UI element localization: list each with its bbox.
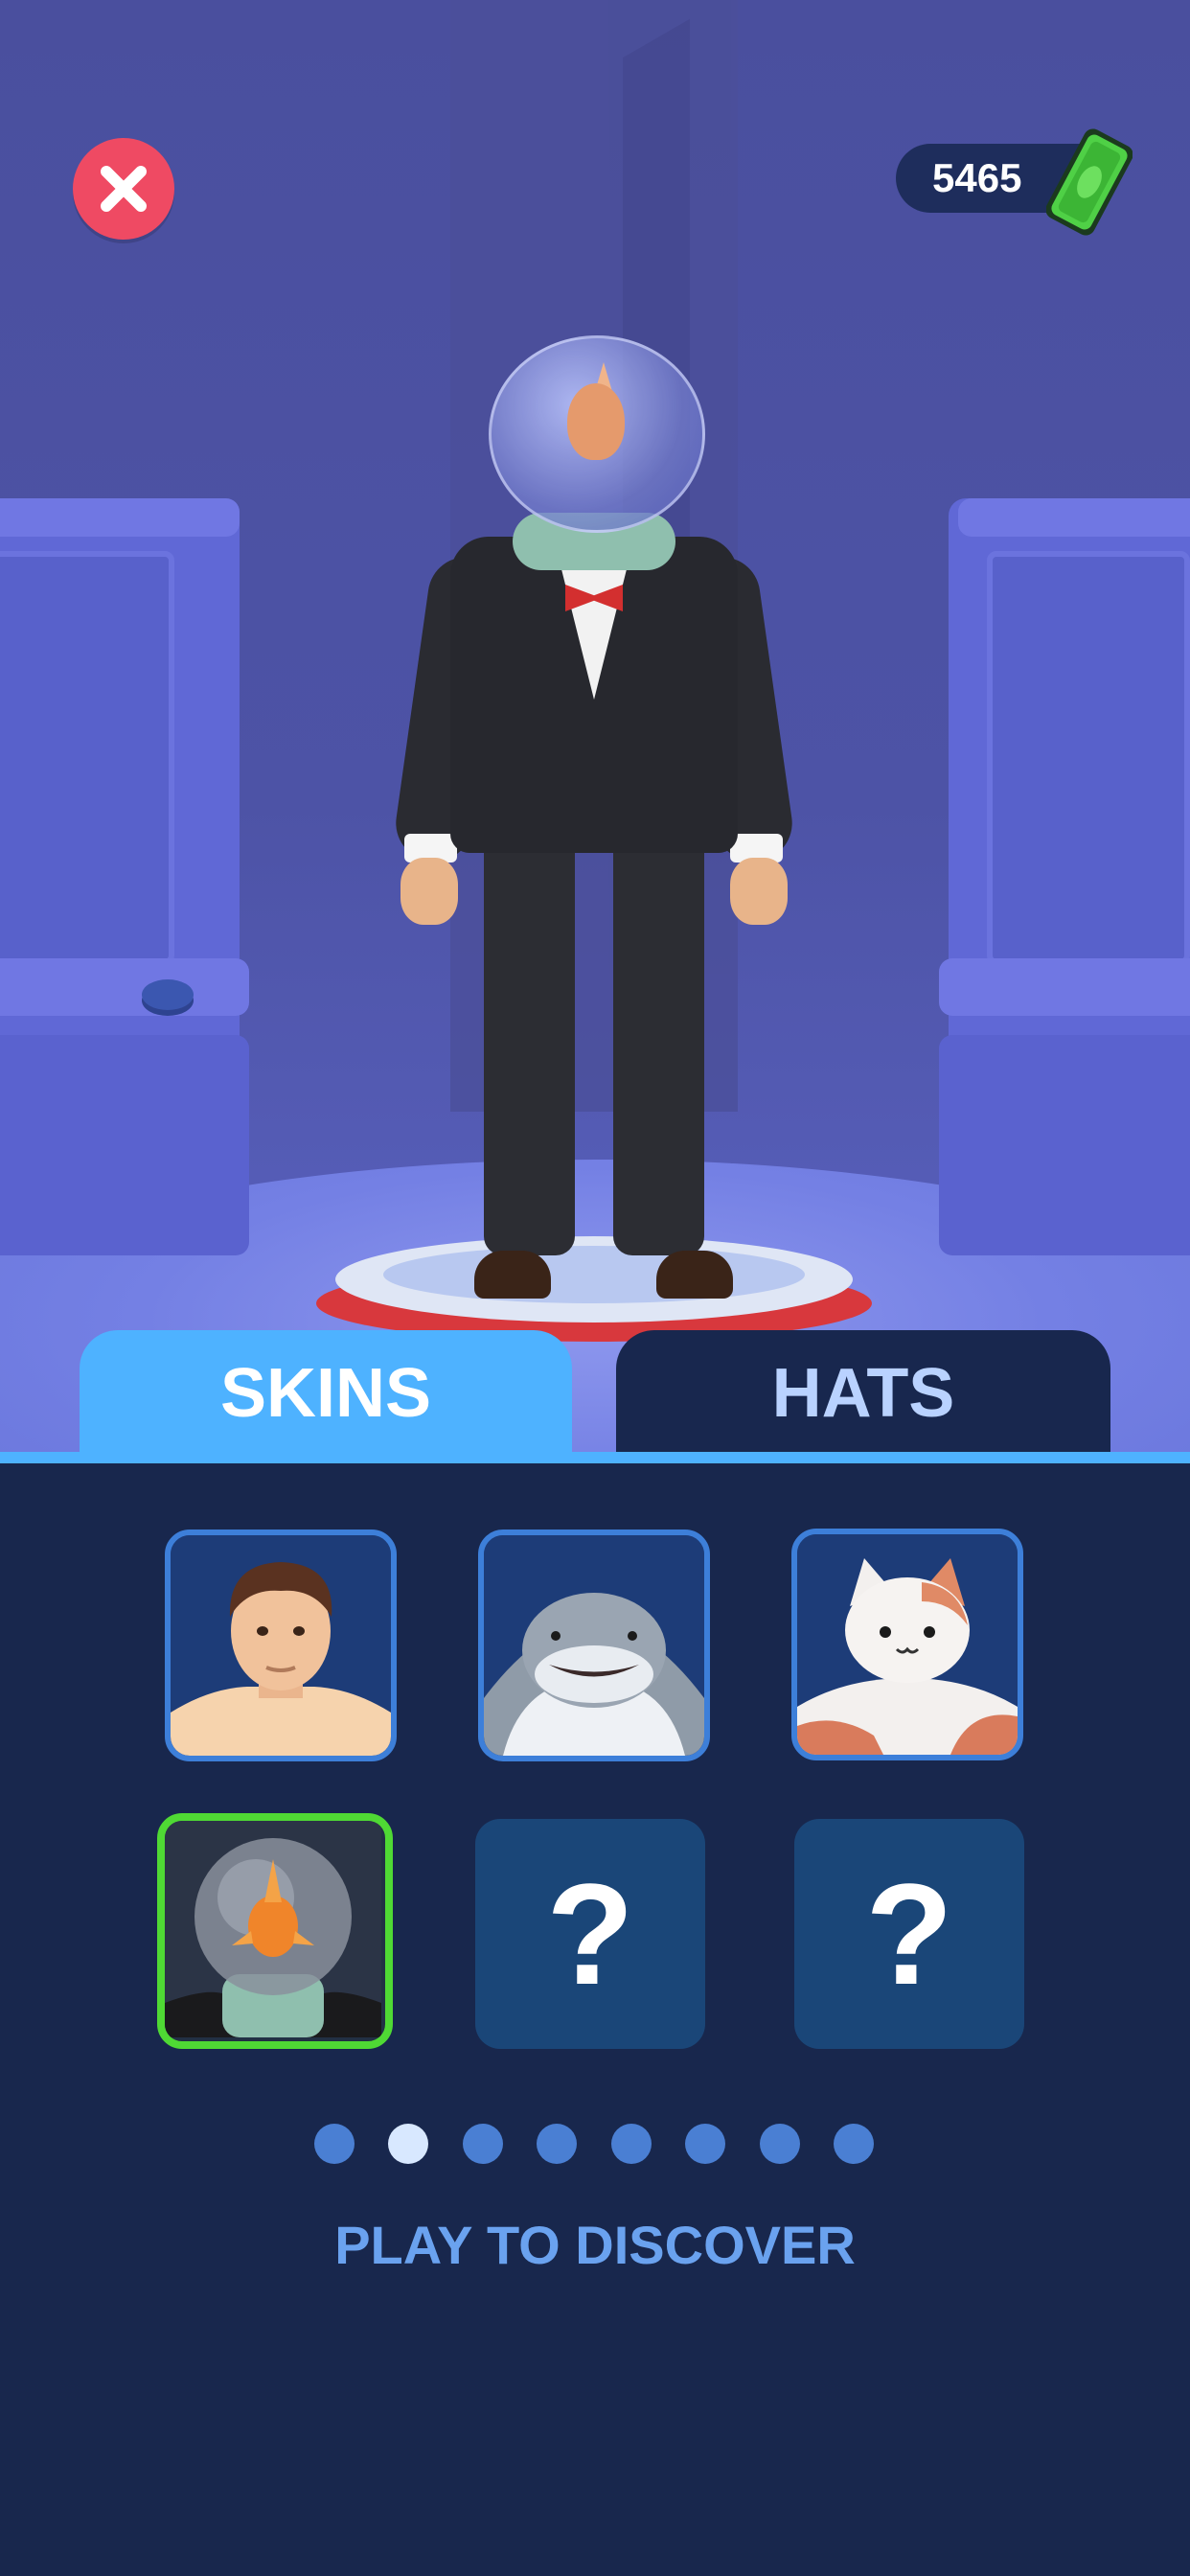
man-avatar-icon: [171, 1535, 391, 1756]
cabinet-knob: [142, 979, 194, 1010]
page-dot-8[interactable]: [834, 2124, 874, 2164]
tab-skins[interactable]: SKINS: [80, 1330, 572, 1453]
page-dot-4[interactable]: [537, 2124, 577, 2164]
page-dot-7[interactable]: [760, 2124, 800, 2164]
character-model[interactable]: [391, 335, 797, 1322]
skin-card-fishbowl[interactable]: [157, 1813, 393, 2049]
fishbowl-avatar-icon: [165, 1821, 381, 2037]
cash-icon: [1046, 128, 1133, 236]
page-dot-5[interactable]: [611, 2124, 652, 2164]
skin-card-cat[interactable]: [791, 1529, 1023, 1760]
page-dot-2[interactable]: [388, 2124, 428, 2164]
goldfish: [567, 383, 625, 460]
tab-hats[interactable]: HATS: [616, 1330, 1110, 1453]
left-cabinet: [0, 498, 249, 1255]
tab-underline: [0, 1452, 1190, 1463]
skin-card-locked[interactable]: ?: [794, 1819, 1024, 2049]
character-preview-scene: [0, 0, 1190, 1461]
play-to-discover-label: PLAY TO DISCOVER: [334, 2215, 856, 2275]
page-dot-3[interactable]: [463, 2124, 503, 2164]
page-dot-1[interactable]: [314, 2124, 355, 2164]
close-icon: [101, 166, 147, 212]
page-dot-6[interactable]: [685, 2124, 725, 2164]
skin-card-locked[interactable]: ?: [475, 1819, 705, 2049]
skin-card-man[interactable]: [165, 1530, 397, 1761]
right-cabinet: [939, 498, 1190, 1255]
close-button[interactable]: [73, 138, 174, 240]
question-mark: ?: [865, 1853, 953, 2014]
question-mark: ?: [546, 1853, 634, 2014]
page-indicator: [0, 2124, 1190, 2166]
currency-amount: 5465: [932, 155, 1022, 200]
skin-card-shark[interactable]: [478, 1530, 710, 1761]
cat-avatar-icon: [797, 1534, 1018, 1755]
shark-avatar-icon: [484, 1535, 704, 1756]
